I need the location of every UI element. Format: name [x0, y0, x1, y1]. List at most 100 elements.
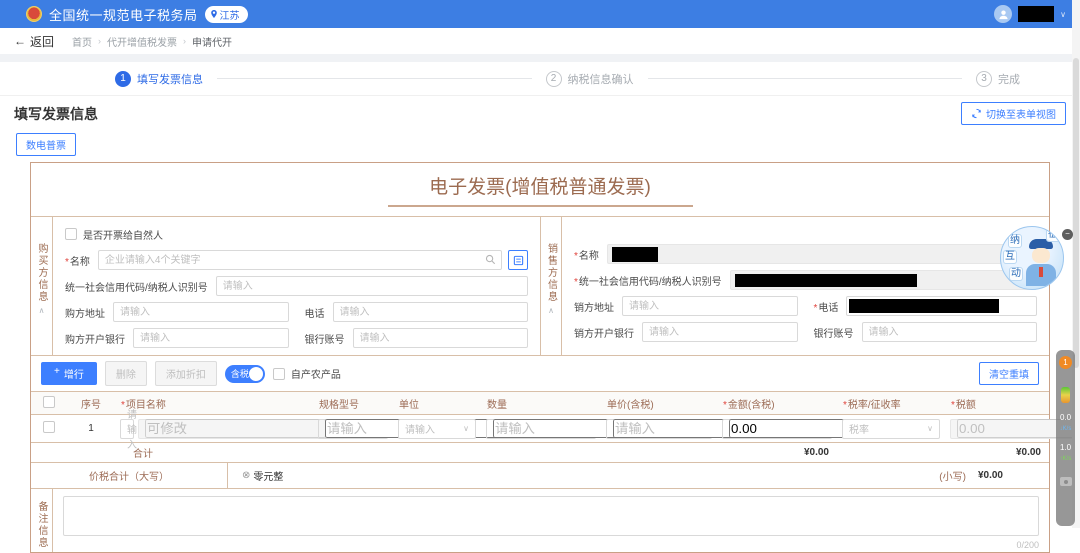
username-redacted	[1018, 6, 1054, 22]
seller-account-input[interactable]	[862, 322, 1038, 342]
step-3-circle: 3	[976, 71, 992, 87]
totals-row: 合计 ¥0.00 ¥0.00	[31, 443, 1049, 463]
seller-bank-input[interactable]	[642, 322, 798, 342]
plus-icon: +	[54, 366, 60, 381]
user-area: ∨	[994, 5, 1066, 23]
buyer-phone-input[interactable]	[333, 302, 529, 322]
seller-address-input[interactable]	[622, 296, 798, 316]
tax-interaction-widget[interactable]: 征 纳 互 动	[1000, 226, 1064, 290]
seller-name-row: *名称	[574, 244, 1037, 264]
buyer-bank-input[interactable]	[133, 328, 289, 348]
chevron-down-icon: ∨	[927, 424, 933, 433]
col-taxrate: *税率/征收率	[837, 396, 945, 411]
step-connector	[217, 78, 532, 79]
amount-input-box	[722, 419, 832, 439]
totals-tax: ¥0.00	[945, 447, 1049, 458]
col-spec: 规格型号	[313, 396, 393, 411]
buyer-address-input[interactable]	[113, 302, 289, 322]
row-checkbox[interactable]	[43, 421, 55, 433]
seller-bank-row: 销方开户银行 银行账号	[574, 322, 1037, 342]
switch-view-icon	[971, 108, 982, 119]
seller-taxid-row: *统一社会信用代码/纳税人识别号	[574, 270, 1037, 290]
seller-bank-label: 销方开户银行	[574, 325, 634, 340]
buyer-bank-label: 购方开户银行	[65, 331, 125, 346]
buyer-account-label: 银行账号	[305, 331, 345, 346]
buyer-name-input-wrap	[98, 250, 502, 270]
brand: 全国统一规范电子税务局 江苏	[26, 5, 248, 24]
seller-name-field	[607, 244, 1037, 264]
buyer-name-input[interactable]	[98, 250, 502, 270]
step-connector	[648, 78, 963, 79]
farm-product-option: 自产农产品	[273, 366, 341, 381]
chevron-down-icon: ∨	[463, 424, 469, 433]
col-amount: *金额(含税)	[717, 396, 837, 411]
remark-strip: 备注信息	[31, 489, 53, 552]
region-selector[interactable]: 江苏	[205, 6, 248, 23]
remark-textarea[interactable]	[63, 496, 1039, 536]
step-1-circle: 1	[115, 71, 131, 87]
remark-body: 0/200	[53, 489, 1049, 552]
buyer-section-strip: 购买方信息 ∧	[31, 217, 53, 355]
grand-total-capital: 零元整	[253, 468, 283, 483]
grand-total-row: 价税合计（大写） ⊗ 零元整 (小写) ¥0.00	[31, 463, 1049, 489]
natural-person-checkbox[interactable]	[65, 228, 77, 240]
items-table-header: 序号 *项目名称 规格型号 单位 数量 单价(含税) *金额(含税) *税率/征…	[31, 391, 1049, 415]
back-label: 返回	[30, 33, 54, 50]
items-toolbar: + 增行 删除 添加折扣 含税 自产农产品 清空重填	[31, 355, 1049, 391]
col-item: *项目名称	[115, 396, 313, 411]
collapse-icon[interactable]: ∧	[548, 306, 554, 315]
download-speed: 0.0	[1060, 413, 1071, 422]
breadcrumb-home[interactable]: 首页	[72, 34, 92, 49]
add-discount-button[interactable]: 添加折扣	[155, 361, 217, 386]
row-seq: 1	[67, 423, 115, 434]
seller-name-redacted	[612, 247, 658, 262]
seller-spacer	[574, 224, 1037, 238]
col-unit: 单位	[393, 396, 481, 411]
toggle-knob	[249, 367, 263, 381]
taxrate-select[interactable]: 税率∨	[842, 419, 940, 439]
buyer-bank-row: 购方开户银行 银行账号	[65, 328, 528, 348]
buyer-taxid-label: 统一社会信用代码/纳税人识别号	[65, 279, 208, 294]
screenshot-camera-icon[interactable]	[1060, 477, 1072, 486]
delete-row-button[interactable]: 删除	[105, 361, 147, 386]
scrollbar-thumb[interactable]	[1073, 58, 1079, 368]
switch-view-button[interactable]: 切换至表单视图	[961, 102, 1066, 125]
unit-select[interactable]: 请输入∨	[398, 419, 476, 439]
system-monitor-overlay[interactable]: 1 0.0 ↓K/s 1.0 ↑K/s	[1056, 350, 1075, 526]
farm-product-label: 自产农产品	[291, 366, 341, 381]
farm-product-checkbox[interactable]	[273, 368, 285, 380]
seller-name-label: 名称	[579, 251, 599, 262]
search-icon	[485, 254, 496, 265]
seller-phone-redacted	[849, 299, 999, 313]
back-button[interactable]: ← 返回	[14, 33, 54, 50]
select-company-button[interactable]	[508, 250, 528, 270]
collapse-icon[interactable]: ∧	[39, 306, 45, 315]
item-name-select[interactable]: 请输入 ∨	[120, 419, 134, 439]
grand-small-value: ¥0.00	[978, 470, 1003, 481]
natural-person-row: 是否开票给自然人	[65, 224, 528, 244]
topbar: 全国统一规范电子税务局 江苏 ∨	[0, 0, 1080, 28]
add-row-button[interactable]: + 增行	[41, 362, 97, 385]
item-name-editable	[138, 419, 333, 439]
seller-form: *名称 *统一社会信用代码/纳税人识别号 销方地址 *电话	[562, 217, 1049, 355]
person-icon	[998, 9, 1009, 20]
avatar[interactable]	[994, 5, 1012, 23]
breadcrumb-section[interactable]: 代开增值税发票	[107, 34, 177, 49]
widget-minimize-button[interactable]: −	[1062, 229, 1073, 240]
step-fill-invoice: 1 填写发票信息	[115, 71, 203, 87]
seller-phone-label: 电话	[818, 303, 838, 314]
grand-small-label: (小写)	[939, 468, 966, 483]
buyer-taxid-input[interactable]	[216, 276, 528, 296]
steps-bar: 1 填写发票信息 2 纳税信息确认 3 完成	[0, 62, 1080, 96]
step-complete: 3 完成	[976, 71, 1020, 87]
remark-char-counter: 0/200	[63, 540, 1039, 550]
tax-included-toggle[interactable]: 含税	[225, 365, 265, 383]
buyer-account-input[interactable]	[353, 328, 529, 348]
step-tax-confirm: 2 纳税信息确认	[546, 71, 634, 87]
clear-refill-button[interactable]: 清空重填	[979, 362, 1039, 385]
seller-address-label: 销方地址	[574, 299, 614, 314]
invoice-type-button[interactable]: 数电普票	[16, 133, 76, 156]
chevron-down-icon[interactable]: ∨	[1060, 10, 1066, 19]
spec-input-box	[318, 419, 388, 439]
select-all-checkbox[interactable]	[43, 396, 55, 408]
